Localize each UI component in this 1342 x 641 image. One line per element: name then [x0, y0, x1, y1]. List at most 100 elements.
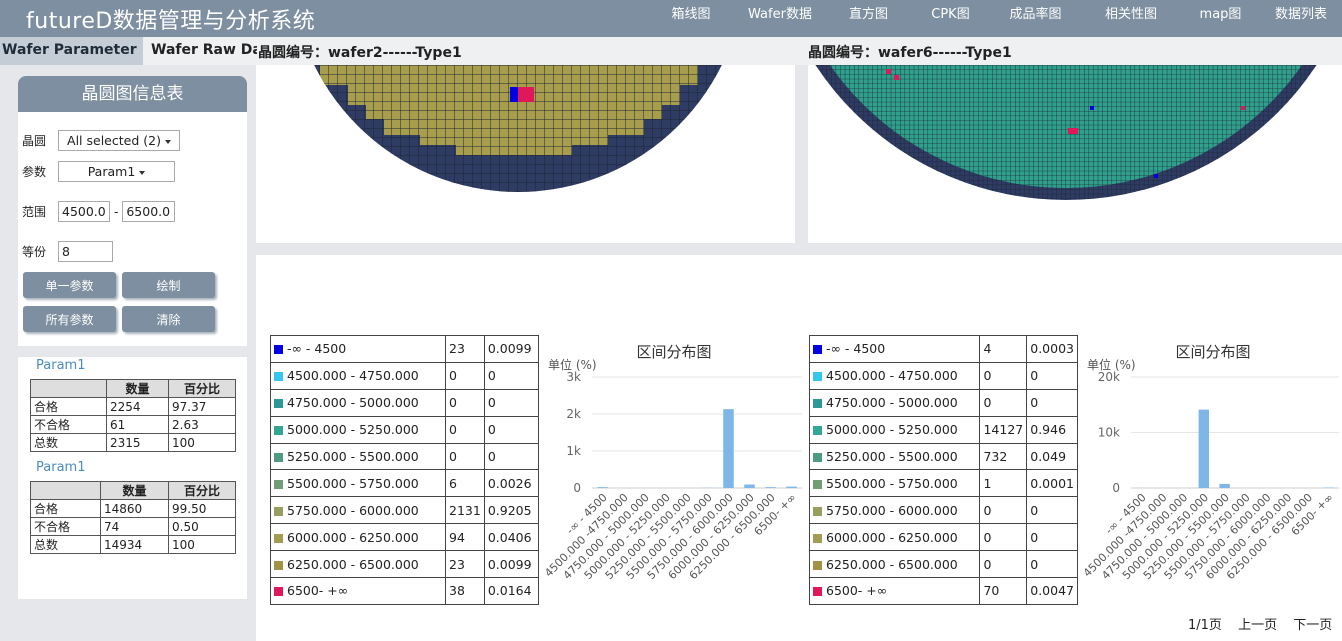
bin-range-label: 5000.000 - 5250.000 — [287, 422, 419, 438]
table-row: 总数 2315 100 — [30, 433, 236, 452]
bin-color-swatch — [813, 399, 822, 409]
table-header-cell: 百分比 — [168, 481, 236, 500]
chart-title: 区间分布图 — [1175, 343, 1250, 361]
main-nav: 箱线图 Wafer数据 直方图 CPK图 成品率图 相关性图 map图 数据列表 — [648, 0, 1342, 37]
bin-range-label: 6500- +∞ — [287, 583, 349, 599]
table-row: 6500- +∞ 70 0.0047 — [808, 577, 1078, 605]
bin-count-cell: 1 — [979, 469, 1028, 498]
table-cell: 2315 — [106, 433, 169, 452]
bin-range-label: 4500.000 - 4750.000 — [287, 368, 419, 384]
stats-param-label: Param1 — [36, 460, 86, 475]
single-param-button[interactable]: 单一参数 — [23, 272, 116, 298]
bin-range-cell: 6250.000 - 6500.000 — [270, 550, 446, 579]
draw-button[interactable]: 绘制 — [122, 272, 215, 298]
table-cell: 0.50 — [168, 517, 236, 536]
nav-cpk[interactable]: CPK图 — [911, 0, 990, 37]
tab-wafer-parameter[interactable]: Wafer Parameter — [0, 37, 143, 65]
nav-histogram[interactable]: 直方图 — [826, 0, 911, 37]
bin-ratio-cell: 0.9205 — [483, 496, 540, 525]
bin-color-swatch — [274, 453, 283, 462]
bin-count-cell: 0 — [979, 361, 1028, 390]
bin-color-swatch — [274, 479, 283, 489]
bin-color-swatch — [274, 587, 283, 597]
bar — [1198, 409, 1209, 488]
bin-range-label: 6250.000 - 6500.000 — [826, 556, 958, 572]
equal-parts-input[interactable] — [58, 241, 113, 262]
nav-wafer-data[interactable]: Wafer数据 — [734, 0, 826, 37]
bin-range-cell: 6500- +∞ — [270, 577, 446, 605]
next-page-link[interactable]: 下一页 — [1293, 618, 1332, 633]
bin-range-cell: -∞ - 4500 — [808, 335, 981, 363]
bin-range-cell: 4750.000 - 5000.000 — [808, 388, 981, 417]
y-tick-label: 2k — [566, 407, 581, 421]
bin-range-cell: 4750.000 - 5000.000 — [270, 388, 446, 417]
bin-range-cell: 6000.000 - 6250.000 — [808, 523, 981, 552]
bin-color-swatch — [813, 533, 822, 543]
tab-wafer-raw-data[interactable]: Wafer Raw Data — [151, 37, 257, 65]
bin-ratio-cell: 0.0099 — [483, 550, 540, 579]
bin-count-cell: 0 — [979, 550, 1028, 579]
table-row: 5750.000 - 6000.000 0 0 — [808, 496, 1078, 525]
nav-map[interactable]: map图 — [1181, 0, 1260, 37]
nav-data-list[interactable]: 数据列表 — [1260, 0, 1342, 37]
bin-count-cell: 6 — [445, 469, 485, 498]
bin-color-swatch — [813, 506, 822, 516]
prev-page-link[interactable]: 上一页 — [1238, 618, 1277, 633]
range-max-input[interactable] — [122, 201, 176, 222]
param-dropdown[interactable]: Param1 — [58, 161, 175, 182]
table-cell: 不合格 — [30, 415, 107, 434]
bin-ratio-cell: 0 — [1026, 496, 1078, 525]
bar — [597, 487, 608, 488]
bin-color-swatch — [813, 345, 822, 355]
bin-ratio-cell: 0.049 — [1026, 442, 1078, 471]
bin-range-label: -∞ - 4500 — [287, 341, 347, 357]
range-min-input[interactable] — [58, 201, 110, 222]
bin-count-cell: 23 — [445, 550, 485, 579]
bin-range-cell: 6000.000 - 6250.000 — [270, 523, 446, 552]
table-cell: 合格 — [30, 397, 107, 416]
bin-range-label: 5000.000 - 5250.000 — [826, 422, 958, 438]
table-cell: 97.37 — [168, 397, 236, 416]
bin-count-cell: 0 — [445, 415, 485, 444]
y-tick-label: 3k — [566, 370, 581, 384]
table-row: 5500.000 - 5750.000 6 0.0026 — [270, 469, 540, 498]
table-cell: 74 — [100, 517, 169, 536]
bin-range-label: 4750.000 - 5000.000 — [826, 395, 958, 411]
table-row: 4500.000 - 4750.000 0 0 — [270, 361, 540, 390]
table-row: -∞ - 4500 23 0.0099 — [270, 335, 540, 363]
bin-range-cell: 5000.000 - 5250.000 — [270, 415, 446, 444]
bin-ratio-cell: 0 — [1026, 388, 1078, 417]
wafer-dropdown[interactable]: All selected (2) — [58, 130, 180, 151]
bin-range-cell: 5250.000 - 5500.000 — [270, 442, 446, 471]
bin-range-cell: 5000.000 - 5250.000 — [808, 415, 981, 444]
table-row: 6250.000 - 6500.000 0 0 — [808, 550, 1078, 579]
param-select-row: 参数 Param1 — [22, 161, 175, 182]
bin-color-swatch — [813, 453, 822, 462]
nav-yield[interactable]: 成品率图 — [990, 0, 1081, 37]
stats-panel: Param1 数量 百分比 合格 2254 97.37 不合格 61 2.63 … — [18, 357, 247, 599]
table-header-row: 数量 百分比 — [30, 481, 236, 500]
bin-count-cell: 0 — [979, 523, 1028, 552]
table-cell: 99.50 — [168, 499, 236, 518]
chevron-down-icon — [164, 139, 171, 144]
wafer6-die-low — [1154, 174, 1158, 178]
clear-button[interactable]: 清除 — [122, 306, 215, 332]
bin-range-label: 5750.000 - 6000.000 — [287, 502, 419, 518]
bin-ratio-cell: 0.0047 — [1026, 577, 1078, 605]
nav-boxplot[interactable]: 箱线图 — [648, 0, 734, 37]
wafer2-map — [291, 65, 745, 192]
all-params-button[interactable]: 所有参数 — [23, 306, 116, 332]
wafer2-caption: 晶圆编号：wafer2------Type1 — [258, 45, 462, 61]
bin-range-label: 5750.000 - 6000.000 — [826, 502, 958, 518]
nav-correlation[interactable]: 相关性图 — [1081, 0, 1181, 37]
bin-range-cell: 4500.000 - 4750.000 — [270, 361, 446, 390]
bin-range-cell: 5500.000 - 5750.000 — [270, 469, 446, 498]
bin-count-cell: 0 — [445, 361, 485, 390]
bin-count-cell: 0 — [979, 496, 1028, 525]
table-header-cell: 百分比 — [168, 379, 236, 398]
bin-color-swatch — [274, 372, 283, 382]
bin-ratio-cell: 0 — [483, 415, 540, 444]
table-header-cell: 数量 — [106, 379, 169, 398]
bin-range-label: 6250.000 - 6500.000 — [287, 556, 419, 572]
wafer6-map — [808, 65, 1342, 200]
